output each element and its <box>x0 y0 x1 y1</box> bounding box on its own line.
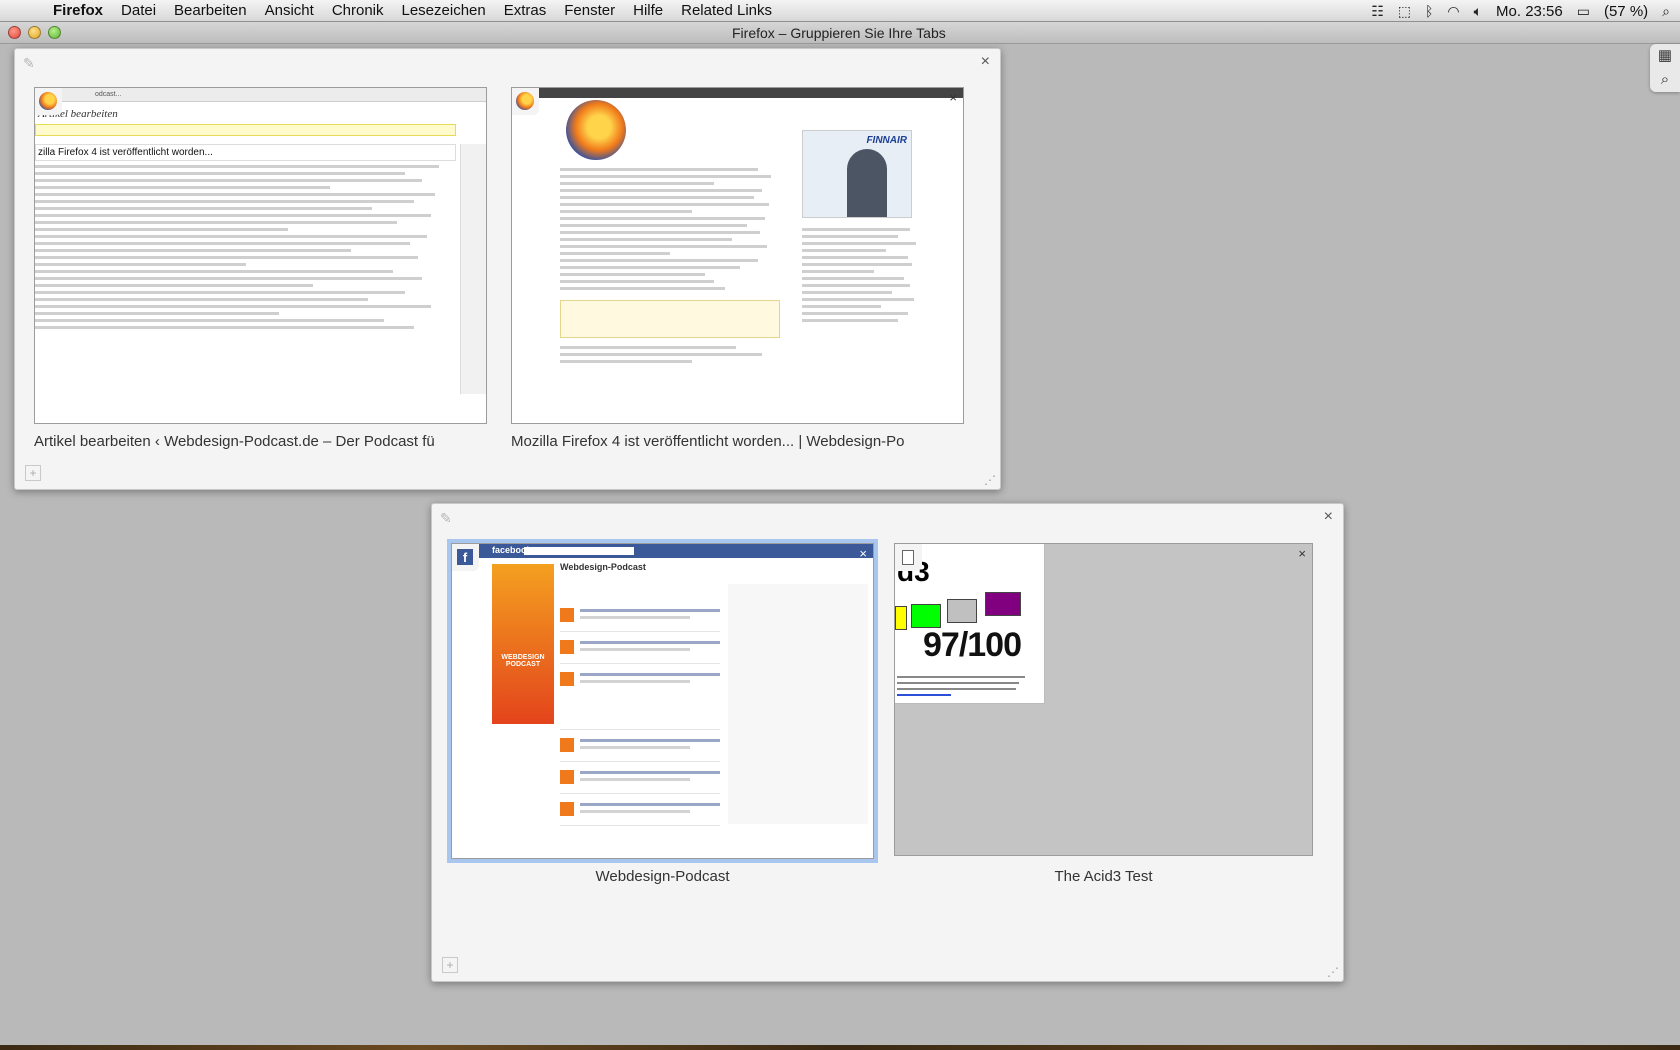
battery-percent[interactable]: (57 %) <box>1604 3 1648 20</box>
new-tab-icon[interactable]: + <box>442 957 458 973</box>
wp-post-title: zilla Firefox 4 ist veröffentlicht worde… <box>35 144 456 161</box>
window-close-button[interactable] <box>8 26 21 39</box>
tab-preview[interactable]: odcast... Artikel bearbeiten zilla Firef… <box>34 87 487 424</box>
tab-preview[interactable]: × FINNAIR <box>511 87 964 424</box>
facebook-icon: f <box>452 544 479 571</box>
tab-title[interactable]: Webdesign-Podcast <box>451 868 874 885</box>
tab-group[interactable]: ✎ × f × facebook WEBDESIGN PODCAST Webde… <box>431 503 1344 982</box>
screen-icon[interactable]: ⬚ <box>1398 3 1411 20</box>
wifi-icon[interactable]: ◠ <box>1447 3 1459 20</box>
clock[interactable]: Mo. 23:56 <box>1496 3 1563 20</box>
ad-photo <box>847 149 887 217</box>
volume-icon[interactable]: 🔈︎ <box>1474 3 1482 20</box>
acid3-square <box>895 606 907 630</box>
menu-extras[interactable]: Extras <box>495 2 556 19</box>
tab-title[interactable]: Mozilla Firefox 4 ist veröffentlicht wor… <box>511 433 964 450</box>
status-tray: ☷ ⬚ ᛒ ◠ 🔈︎ Mo. 23:56 ▭ (57 %) ⌕ <box>1371 0 1670 22</box>
resize-grip-icon[interactable]: ⋰ <box>984 473 996 487</box>
ad-brand: FINNAIR <box>866 135 907 146</box>
close-icon[interactable]: × <box>1324 508 1333 526</box>
wp-heading: Artikel bearbeiten <box>38 108 118 120</box>
window-minimize-button[interactable] <box>28 26 41 39</box>
bluetooth-icon[interactable]: ᛒ <box>1425 3 1433 19</box>
tab-preview[interactable]: f × facebook WEBDESIGN PODCAST Webdesign… <box>451 543 874 859</box>
desktop-edge <box>0 1045 1680 1050</box>
menu-lesezeichen[interactable]: Lesezeichen <box>393 2 495 19</box>
menu-chronik[interactable]: Chronik <box>323 2 393 19</box>
close-icon[interactable]: × <box>949 90 957 105</box>
menu-bearbeiten[interactable]: Bearbeiten <box>165 2 256 19</box>
spotlight-icon[interactable]: ⌕ <box>1662 3 1670 20</box>
fb-search <box>524 547 634 555</box>
wp-sidebar <box>460 144 486 394</box>
wp-editor-body <box>35 165 456 329</box>
firefox-logo-icon <box>566 100 626 160</box>
close-icon[interactable]: × <box>981 53 990 71</box>
close-icon[interactable]: × <box>1298 546 1306 561</box>
wp-topbar: odcast... <box>35 88 486 102</box>
menu-fenster[interactable]: Fenster <box>555 2 624 19</box>
window-titlebar: Firefox – Gruppieren Sie Ihre Tabs <box>0 22 1680 44</box>
menu-app-firefox[interactable]: Firefox <box>44 2 112 19</box>
fb-page-title: Webdesign-Podcast <box>560 562 646 572</box>
panorama-controls: ▦ ⌕ <box>1650 44 1680 92</box>
firefox-icon <box>512 88 539 115</box>
menu-related-links[interactable]: Related Links <box>672 2 781 19</box>
document-icon <box>895 544 922 571</box>
fb-topbar: facebook <box>452 544 873 558</box>
menu-datei[interactable]: Datei <box>112 2 165 19</box>
resize-grip-icon[interactable]: ⋰ <box>1327 965 1339 979</box>
info-box <box>560 300 780 338</box>
pencil-icon[interactable]: ✎ <box>23 55 35 72</box>
tab-group[interactable]: ✎ × odcast... Artikel bearbeiten zilla F… <box>14 48 1001 490</box>
acid3-square <box>947 599 977 623</box>
pencil-icon[interactable]: ✎ <box>440 510 452 527</box>
firefox-icon <box>35 88 62 115</box>
search-icon[interactable]: ⌕ <box>1650 68 1680 92</box>
blog-article <box>560 168 780 367</box>
fb-promo-text: WEBDESIGN PODCAST <box>501 654 545 668</box>
fb-right-column <box>728 584 868 824</box>
acid3-text <box>897 676 1032 700</box>
acid3-score: 97/100 <box>923 626 1022 664</box>
blog-nav <box>512 88 963 98</box>
window-zoom-button[interactable] <box>48 26 61 39</box>
wp-notice <box>35 124 456 136</box>
ad-banner[interactable]: FINNAIR <box>802 130 912 218</box>
blog-sidebar: FINNAIR <box>802 100 922 326</box>
tab-title[interactable]: The Acid3 Test <box>894 868 1313 885</box>
close-icon[interactable]: × <box>859 546 867 561</box>
tab-title[interactable]: Artikel bearbeiten ‹ Webdesign-Podcast.d… <box>34 433 487 450</box>
acid3-square <box>985 592 1021 616</box>
window-title: Firefox – Gruppieren Sie Ihre Tabs <box>732 25 946 41</box>
group-view-icon[interactable]: ▦ <box>1650 44 1680 68</box>
menu-hilfe[interactable]: Hilfe <box>624 2 672 19</box>
fb-feed <box>560 606 720 832</box>
battery-icon[interactable]: ▭ <box>1577 3 1590 20</box>
tab-preview[interactable]: × d3 97/100 <box>894 543 1313 856</box>
new-tab-icon[interactable]: + <box>25 465 41 481</box>
menu-ansicht[interactable]: Ansicht <box>256 2 323 19</box>
tray-grid-icon[interactable]: ☷ <box>1371 3 1384 20</box>
menubar: Firefox Datei Bearbeiten Ansicht Chronik… <box>0 0 1680 22</box>
fb-profile-banner <box>492 564 554 724</box>
acid3-square <box>911 604 941 628</box>
